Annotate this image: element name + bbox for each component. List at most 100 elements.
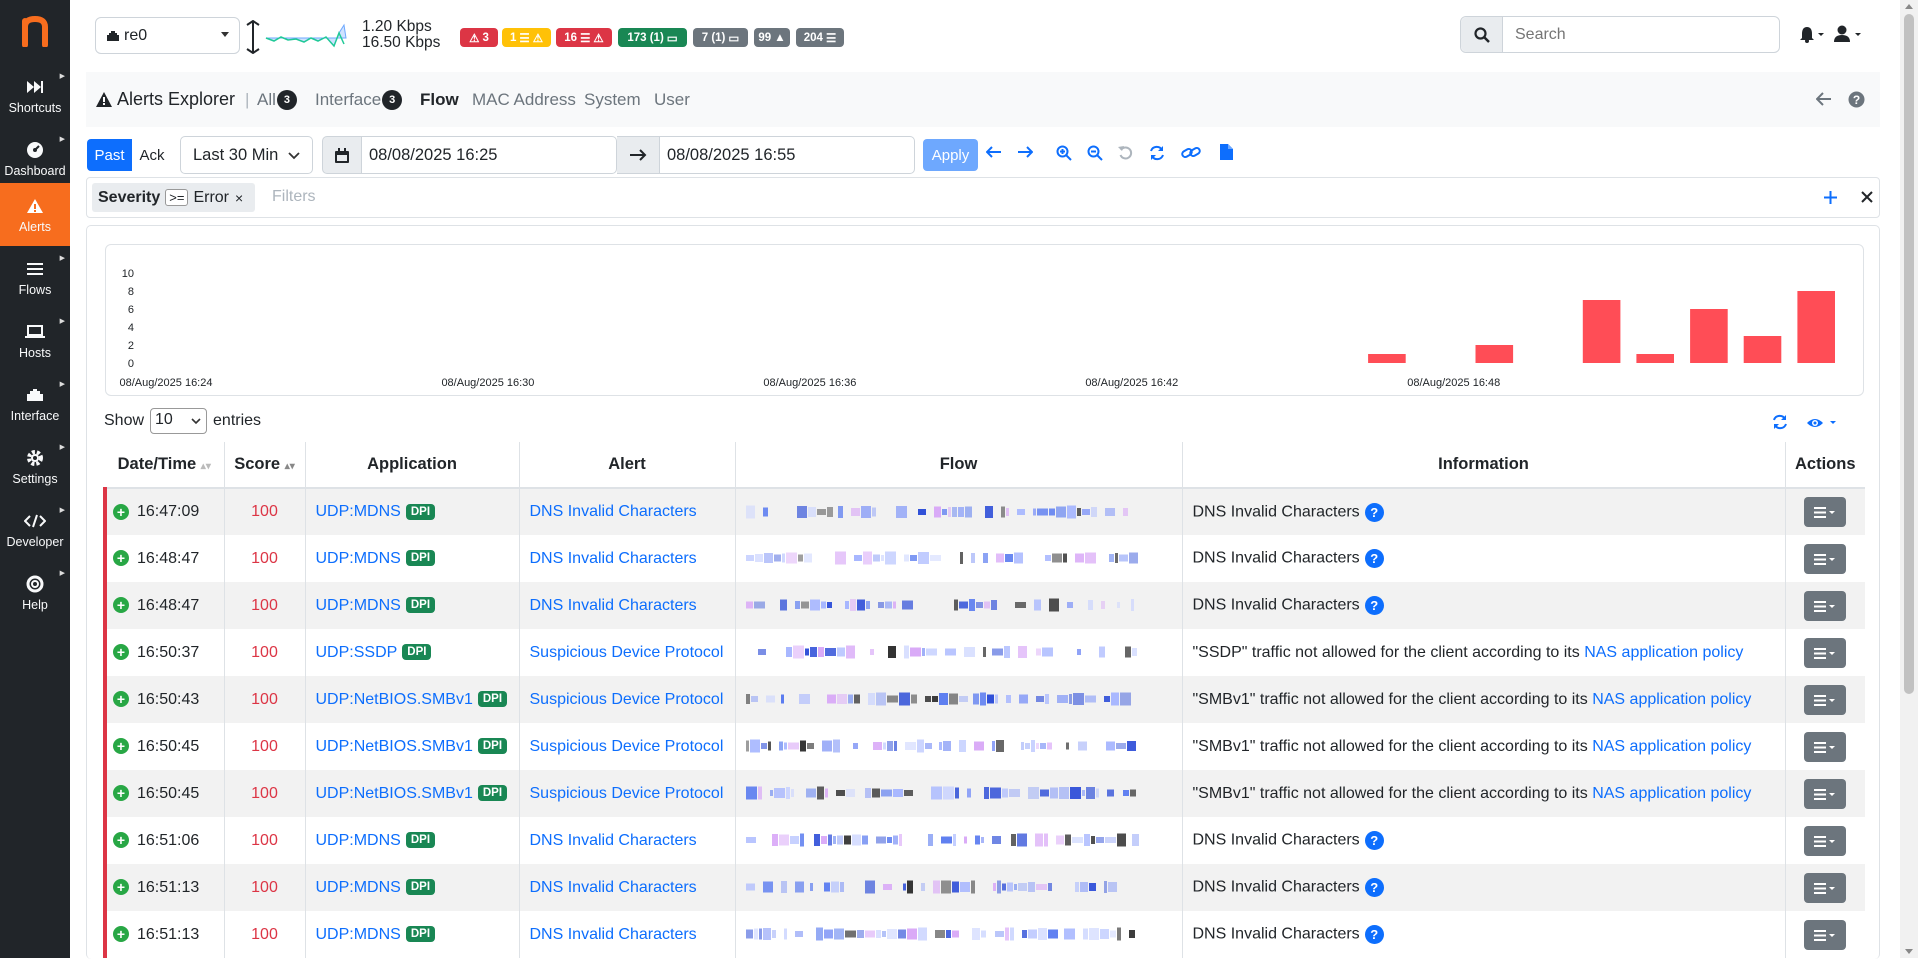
cell-flow[interactable] [734, 817, 1182, 864]
table-row[interactable]: +16:50:45 100 UDP:NetBIOS.SMBv1 DPI Suspicio… [103, 723, 1865, 770]
apply-button[interactable]: Apply [923, 139, 978, 171]
zoom-out-icon[interactable] [1087, 145, 1103, 161]
cell-flow[interactable] [734, 582, 1182, 629]
col-application[interactable]: Application [304, 442, 519, 489]
page-scrollbar[interactable] [1900, 0, 1918, 958]
filter-tag[interactable]: Severity >= Error × [92, 183, 255, 212]
table-row[interactable]: +16:50:37 100 UDP:SSDP DPI Suspicious Device… [103, 629, 1865, 676]
scrollbar-thumb[interactable] [1904, 14, 1914, 694]
page-size-select[interactable]: 10 [150, 408, 208, 434]
table-row[interactable]: +16:50:45 100 UDP:NetBIOS.SMBv1 DPI Suspicio… [103, 770, 1865, 817]
scroll-up-icon[interactable] [1905, 4, 1913, 9]
user-menu[interactable] [1833, 25, 1863, 48]
application-link[interactable]: UDP:NetBIOS.SMBv1 [316, 738, 473, 755]
date-to-input[interactable]: 08/08/2025 16:55 [659, 136, 915, 174]
policy-link[interactable]: NAS application policy [1592, 691, 1751, 708]
link-icon[interactable] [1181, 145, 1201, 160]
sidebar-item-developer[interactable]: Developer ▶ [0, 498, 70, 561]
ack-toggle[interactable]: Ack [132, 139, 172, 171]
alert-badge-warning[interactable]: 1 ☰ ⚠ [502, 28, 551, 47]
flows-badge[interactable]: 204 ☰ [796, 28, 844, 47]
application-link[interactable]: UDP:SSDP [316, 644, 398, 661]
remove-filter-icon[interactable]: × [235, 190, 243, 206]
calendar-button[interactable] [322, 136, 362, 174]
filter-input[interactable]: Filters [272, 188, 316, 206]
zoom-in-icon[interactable] [1056, 145, 1072, 161]
search-input[interactable] [1503, 17, 1779, 52]
row-actions-button[interactable] [1804, 825, 1847, 856]
expand-icon[interactable]: + [113, 644, 129, 661]
undo-icon[interactable] [1118, 145, 1133, 160]
notifications-bell[interactable] [1799, 25, 1825, 48]
table-row[interactable]: +16:51:13 100 UDP:MDNS DPI DNS Invalid Chara… [103, 864, 1865, 911]
refresh-icon[interactable] [1772, 414, 1788, 430]
cell-flow[interactable] [734, 864, 1182, 911]
past-toggle[interactable]: Past [87, 139, 132, 171]
expand-icon[interactable]: + [113, 785, 129, 802]
row-actions-button[interactable] [1804, 731, 1847, 762]
alert-type-link[interactable]: DNS Invalid Characters [530, 879, 697, 896]
expand-icon[interactable]: + [113, 597, 129, 614]
cell-flow[interactable] [734, 911, 1182, 958]
alert-type-link[interactable]: Suspicious Device Protocol [530, 644, 724, 661]
expand-icon[interactable]: + [113, 832, 129, 849]
help-icon[interactable]: ? [1364, 878, 1384, 897]
alert-type-link[interactable]: DNS Invalid Characters [530, 926, 697, 943]
policy-link[interactable]: NAS application policy [1592, 785, 1751, 802]
col-alert[interactable]: Alert [518, 442, 735, 489]
sidebar-item-hosts[interactable]: Hosts ▶ [0, 309, 70, 372]
cell-flow[interactable] [734, 676, 1182, 723]
table-row[interactable]: +16:47:09 100 UDP:MDNS DPI DNS Invalid Chara… [103, 488, 1865, 535]
table-row[interactable]: +16:51:13 100 UDP:MDNS DPI DNS Invalid Chara… [103, 911, 1865, 958]
arrow-left-icon[interactable] [1816, 92, 1832, 106]
cell-flow[interactable] [734, 723, 1182, 770]
alert-type-link[interactable]: Suspicious Device Protocol [530, 691, 724, 708]
col-information[interactable]: Information [1181, 442, 1785, 489]
search-button[interactable] [1461, 17, 1503, 52]
row-actions-button[interactable] [1804, 497, 1847, 527]
cell-flow[interactable] [734, 535, 1182, 582]
row-actions-button[interactable] [1804, 684, 1847, 715]
alerts-timeseries-chart[interactable]: 10 8 6 4 2 0 08/Aug/2025 16:24 08/Aug/2025 16:… [105, 244, 1864, 396]
alert-type-link[interactable]: DNS Invalid Characters [530, 832, 697, 849]
expand-icon[interactable]: + [113, 738, 129, 755]
tab-interface[interactable]: Interface 3 [315, 90, 403, 110]
chart-bar[interactable] [1368, 354, 1406, 363]
help-icon[interactable]: ? [1364, 502, 1384, 522]
sidebar-item-shortcuts[interactable]: Shortcuts ▶ [0, 64, 70, 127]
expand-icon[interactable]: + [113, 879, 129, 896]
time-range-select[interactable]: Last 30 Min [180, 136, 313, 174]
table-row[interactable]: +16:50:43 100 UDP:NetBIOS.SMBv1 DPI Suspicio… [103, 676, 1865, 723]
table-row[interactable]: +16:48:47 100 UDP:MDNS DPI DNS Invalid Chara… [103, 582, 1865, 629]
col-flow[interactable]: Flow [734, 442, 1182, 489]
arrow-right-icon[interactable] [1017, 146, 1033, 158]
sidebar-item-interface[interactable]: Interface ▶ [0, 372, 70, 435]
row-actions-button[interactable] [1804, 637, 1847, 668]
table-row[interactable]: +16:51:06 100 UDP:MDNS DPI DNS Invalid Chara… [103, 817, 1865, 864]
sidebar-item-settings[interactable]: Settings ▶ [0, 435, 70, 498]
clear-filters-icon[interactable] [1861, 191, 1873, 203]
remote-hosts-badge[interactable]: 7 (1) ▭ [693, 28, 748, 47]
eye-icon[interactable] [1806, 416, 1838, 430]
expand-icon[interactable]: + [113, 926, 129, 943]
chart-bar[interactable] [1690, 309, 1728, 363]
scroll-down-icon[interactable] [1905, 949, 1913, 954]
alert-type-link[interactable]: DNS Invalid Characters [530, 597, 697, 614]
sidebar-item-help[interactable]: Help ▶ [0, 561, 70, 624]
row-actions-button[interactable] [1804, 543, 1847, 574]
alert-type-link[interactable]: Suspicious Device Protocol [530, 785, 724, 802]
col-datetime[interactable]: Date/Time ▴▾ [105, 442, 224, 489]
ntopng-logo[interactable] [0, 0, 70, 60]
flow-alert-badge[interactable]: 16 ☰ ⚠ [556, 28, 612, 47]
sidebar-item-alerts[interactable]: Alerts [0, 183, 70, 246]
local-hosts-badge[interactable]: 173 (1) ▭ [618, 28, 687, 47]
chart-bar[interactable] [1636, 354, 1674, 363]
arrow-left-icon[interactable] [986, 146, 1002, 158]
application-link[interactable]: UDP:NetBIOS.SMBv1 [316, 785, 473, 802]
policy-link[interactable]: NAS application policy [1584, 644, 1743, 661]
chart-bar[interactable] [1475, 345, 1514, 363]
tab-user[interactable]: User [654, 90, 690, 110]
application-link[interactable]: UDP:MDNS [316, 503, 401, 520]
application-link[interactable]: UDP:MDNS [316, 879, 401, 896]
alert-type-link[interactable]: Suspicious Device Protocol [530, 738, 724, 755]
